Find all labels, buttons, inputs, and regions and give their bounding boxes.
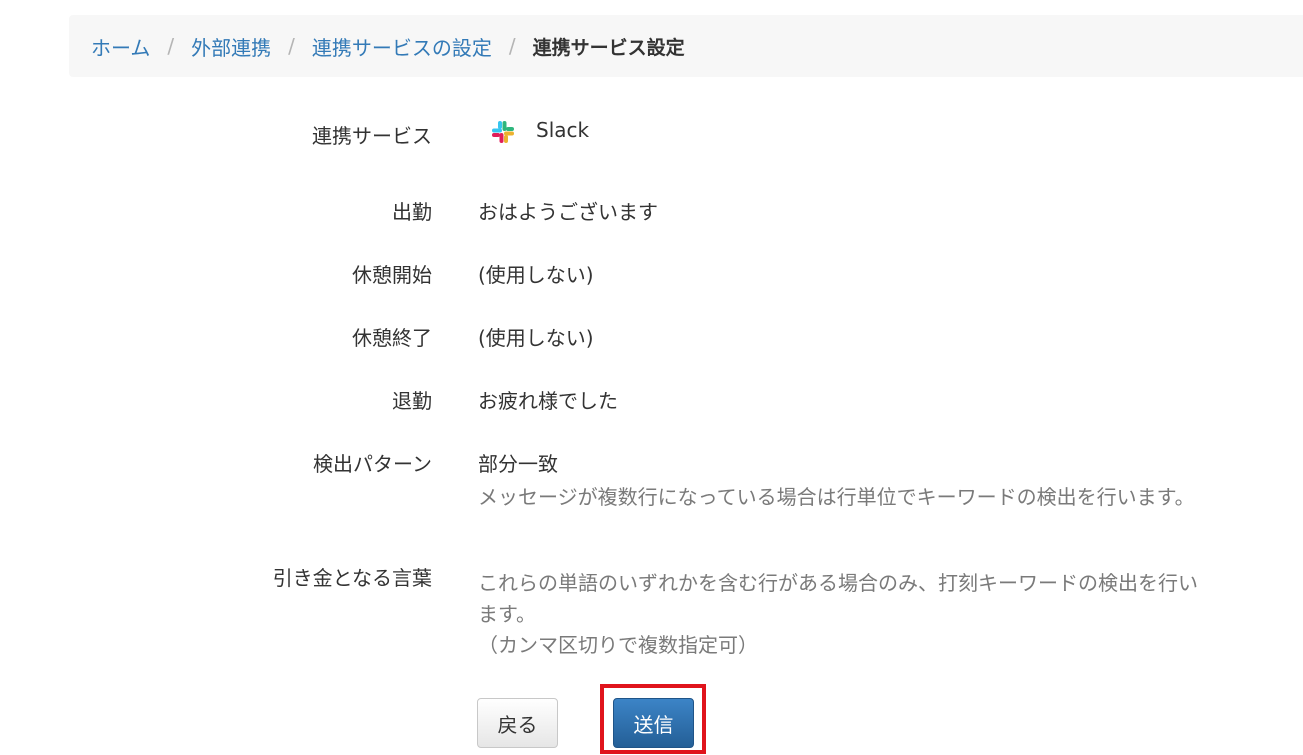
detection-value: 部分一致: [478, 452, 558, 476]
breadcrumb-home-link[interactable]: ホーム: [91, 32, 150, 61]
service-value: Slack: [478, 118, 589, 145]
detection-help: メッセージが複数行になっている場合は行単位でキーワードの検出を行います。: [478, 485, 1195, 509]
breadcrumb-separator: /: [288, 34, 295, 58]
breadcrumb-integrations-link[interactable]: 外部連携: [191, 32, 271, 61]
breadcrumb-service-settings-link[interactable]: 連携サービスの設定: [312, 32, 492, 61]
trigger-help: これらの単語のいずれかを含む行がある場合のみ、打刻キーワードの検出を行い ます。…: [478, 568, 1198, 661]
service-name: Slack: [536, 118, 590, 142]
break-end-label: 休憩終了: [352, 326, 432, 350]
breadcrumb-current: 連携サービス設定: [532, 36, 685, 59]
slack-icon: [492, 120, 514, 143]
clock-out-value: お疲れ様でした: [478, 389, 618, 413]
break-start-value: (使用しない): [478, 263, 594, 287]
trigger-label: 引き金となる言葉: [272, 566, 432, 590]
break-end-value: (使用しない): [478, 326, 594, 350]
service-label: 連携サービス: [312, 124, 432, 148]
clock-in-value: おはようございます: [478, 200, 658, 224]
breadcrumb: ホーム / 外部連携 / 連携サービスの設定 / 連携サービス設定: [69, 15, 1303, 77]
breadcrumb-separator: /: [508, 34, 516, 58]
detection-label: 検出パターン: [313, 452, 432, 476]
submit-button[interactable]: 送信: [613, 698, 694, 748]
breadcrumb-separator: /: [167, 34, 175, 58]
clock-out-label: 退勤: [392, 389, 432, 413]
trigger-help-line-1: これらの単語のいずれかを含む行がある場合のみ、打刻キーワードの検出を行い: [478, 571, 1198, 595]
trigger-help-line-2: ます。: [478, 602, 536, 626]
trigger-help-line-3: （カンマ区切りで複数指定可）: [478, 633, 758, 657]
back-button[interactable]: 戻る: [477, 698, 558, 748]
break-start-label: 休憩開始: [352, 263, 432, 287]
clock-in-label: 出勤: [392, 200, 432, 224]
